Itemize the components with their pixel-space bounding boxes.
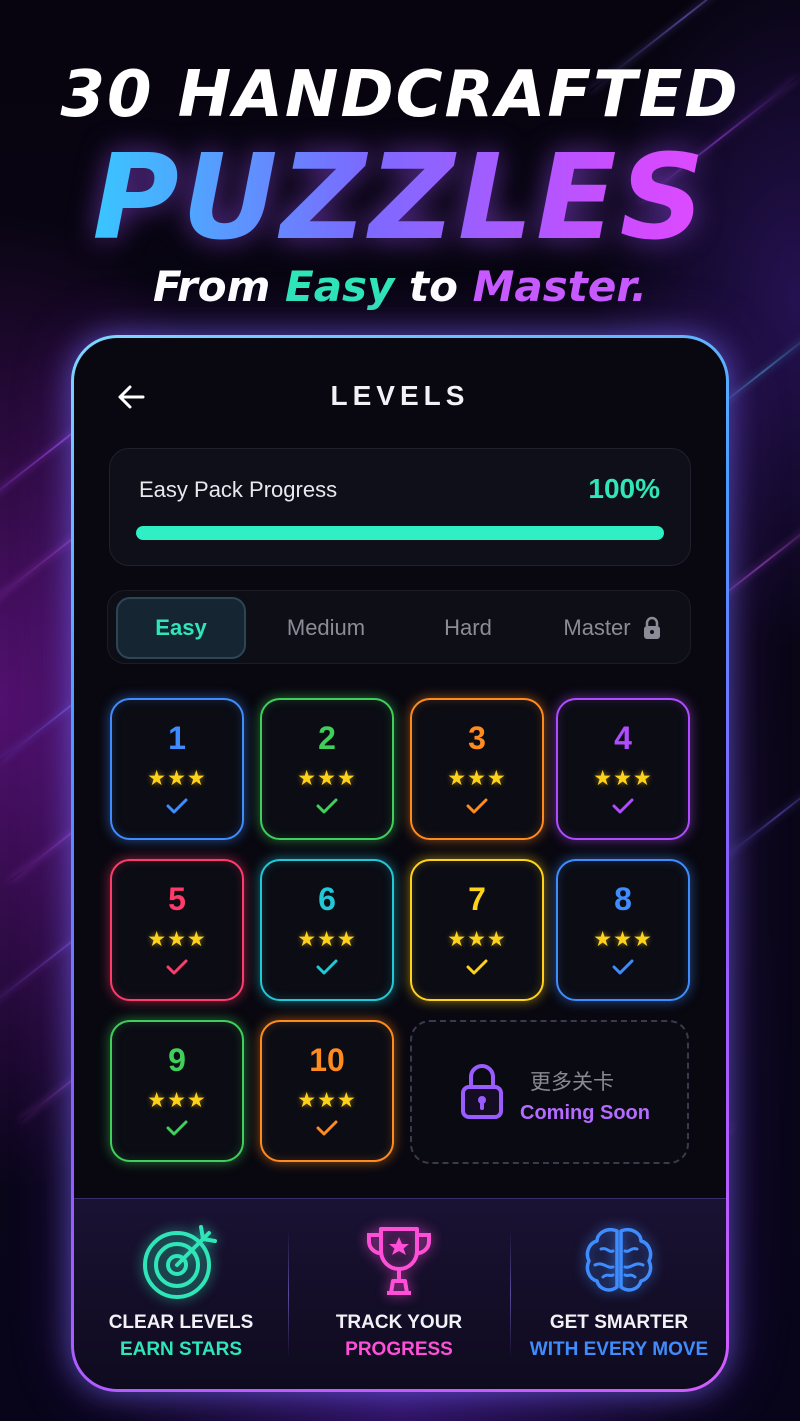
checkmark-icon [412,959,542,975]
level-tile-8[interactable]: 8 ★★★ [556,859,690,1001]
tab-medium[interactable]: Medium [258,597,394,659]
level-number: 9 [168,1042,186,1078]
level-stars: ★★★ [297,1089,357,1112]
coming-soon-title: 更多关卡 [530,1070,614,1094]
feature-subtitle: EARN STARS [119,1339,243,1360]
divider [288,1229,289,1359]
hero-subtitle: From Easy to Master. [0,262,800,311]
level-stars: ★★★ [593,767,653,790]
lock-icon [461,1064,503,1119]
progress-card: Easy Pack Progress 100% [109,448,691,566]
feature-clear-levels: CLEAR LEVELS EARN STARS [74,1199,288,1390]
feature-title: TRACK YOUR [335,1312,463,1333]
level-tile-1[interactable]: 1 ★★★ [110,698,244,840]
hero-subtitle-from: From [152,262,286,311]
difficulty-tabs: Easy Medium Hard Master [107,590,691,664]
level-stars: ★★★ [297,928,357,951]
level-tile-7[interactable]: 7 ★★★ [410,859,544,1001]
tab-master-label: Master [563,615,631,640]
page-title: LEVELS [330,380,470,411]
feature-subtitle: PROGRESS [345,1339,453,1360]
target-icon [143,1225,217,1299]
feature-subtitle: WITH EVERY MOVE [529,1339,709,1360]
hero-headline: 30 HANDCRAFTED [60,58,740,132]
level-tile-2[interactable]: 2 ★★★ [260,698,394,840]
level-tile-5[interactable]: 5 ★★★ [110,859,244,1001]
level-number: 7 [468,881,486,917]
level-stars: ★★★ [147,928,207,951]
progress-bar [136,526,664,540]
level-tile-6[interactable]: 6 ★★★ [260,859,394,1001]
checkmark-icon [558,959,688,975]
feature-title: GET SMARTER [549,1312,689,1333]
feature-get-smarter: GET SMARTER WITH EVERY MOVE [512,1199,726,1390]
tab-easy[interactable]: Easy [116,597,246,659]
level-number: 8 [614,881,632,917]
tab-master[interactable]: Master [548,597,678,659]
checkmark-icon [112,959,242,975]
tab-hard[interactable]: Hard [408,597,528,659]
checkmark-icon [558,798,688,814]
level-tile-4[interactable]: 4 ★★★ [556,698,690,840]
feature-track-progress: TRACK YOUR PROGRESS [292,1199,506,1390]
checkmark-icon [112,798,242,814]
coming-soon-label: Coming Soon [520,1102,650,1124]
progress-percent: 100% [588,473,660,504]
progress-label: Easy Pack Progress [139,477,338,502]
hero-title: PUZZLES [0,128,800,266]
level-stars: ★★★ [147,1089,207,1112]
level-stars: ★★★ [297,767,357,790]
checkmark-icon [412,798,542,814]
progress-bar-fill [136,526,664,540]
level-stars: ★★★ [593,928,653,951]
level-number: 10 [309,1042,345,1078]
level-stars: ★★★ [147,767,207,790]
lock-icon [643,616,660,639]
checkmark-icon [262,798,392,814]
level-number: 6 [318,881,336,917]
level-tile-3[interactable]: 3 ★★★ [410,698,544,840]
feature-bar: CLEAR LEVELS EARN STARS TRACK YOUR PROGR… [74,1198,726,1389]
coming-soon-card: 更多关卡 Coming Soon [410,1020,689,1164]
divider [510,1229,511,1359]
checkmark-icon [262,959,392,975]
level-stars: ★★★ [447,928,507,951]
hero-subtitle-easy: Easy [285,262,395,311]
level-number: 3 [468,720,486,756]
level-stars: ★★★ [447,767,507,790]
hero-subtitle-to: to [394,262,473,311]
level-tile-10[interactable]: 10 ★★★ [260,1020,394,1162]
level-number: 4 [614,720,632,756]
level-tile-9[interactable]: 9 ★★★ [110,1020,244,1162]
level-number: 5 [168,881,186,917]
hero-subtitle-master: Master. [472,262,648,311]
trophy-icon [366,1227,432,1295]
checkmark-icon [262,1120,392,1136]
level-number: 2 [318,720,336,756]
feature-title: CLEAR LEVELS [108,1312,254,1333]
checkmark-icon [112,1120,242,1136]
level-number: 1 [168,720,186,756]
brain-icon [585,1228,653,1292]
